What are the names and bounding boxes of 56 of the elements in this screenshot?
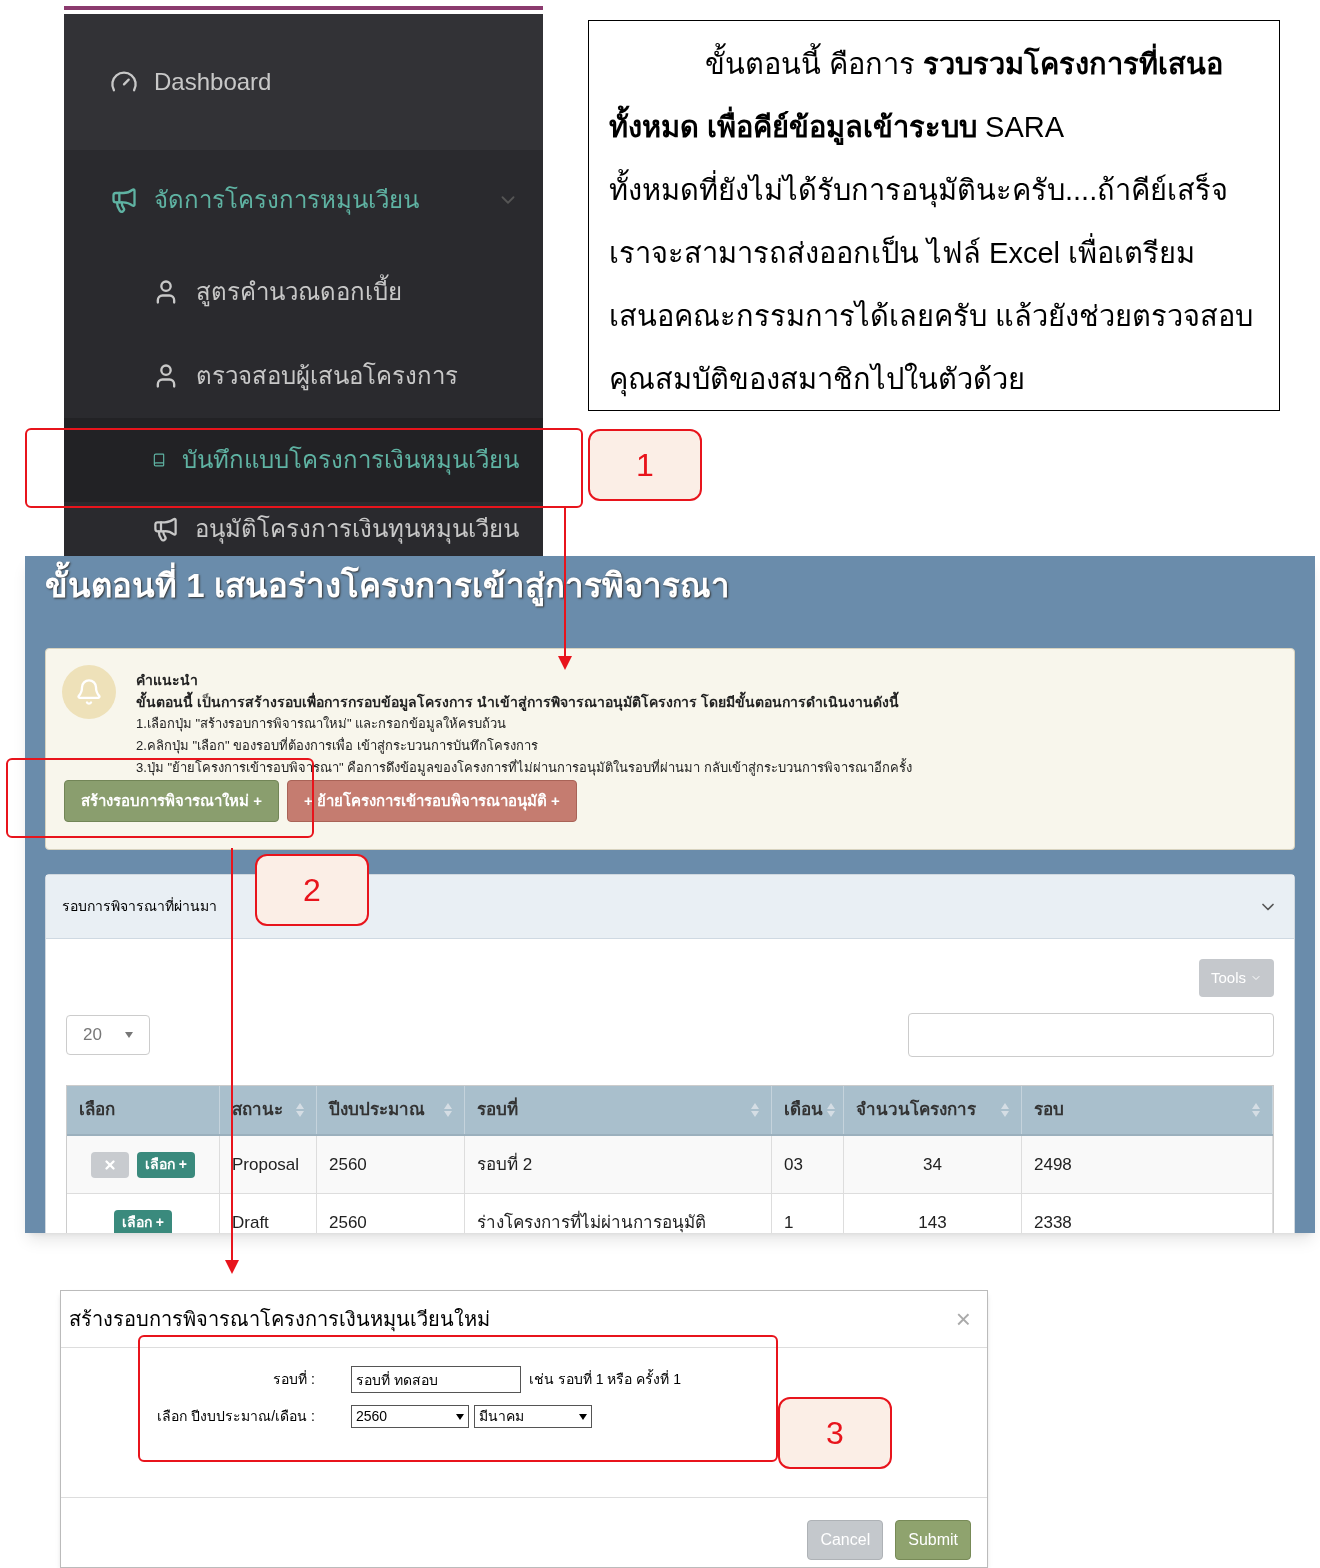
column-header[interactable]: เดือน — [772, 1086, 844, 1134]
sort-icon — [1252, 1103, 1260, 1117]
year-select[interactable]: 2560 — [351, 1405, 469, 1428]
caret-icon — [456, 1413, 464, 1420]
sort-icon — [296, 1103, 304, 1117]
month-select[interactable]: มีนาคม — [474, 1405, 592, 1428]
table-cell: 2338 — [1022, 1194, 1273, 1233]
page-size-select[interactable]: 20 — [66, 1015, 150, 1055]
step-number-callout: 2 — [255, 854, 369, 926]
step-number-callout: 3 — [778, 1397, 892, 1469]
megaphone-icon — [152, 515, 179, 543]
round-name-field[interactable]: รอบที่ ทดสอบ — [351, 1366, 521, 1393]
sidebar-item[interactable]: Dashboard — [64, 14, 543, 150]
sidebar-item[interactable]: บันทึกแบบโครงการเงินหมุนเวียน — [64, 418, 543, 502]
table-cell: 2498 — [1022, 1136, 1273, 1193]
note-text: ทั้งหมดที่ยังไม่ได้รับการอนุมัตินะครับ....ถ้าคีย์เสร็จเราจะสามารถส่งออกเป็น ไฟล์ Excel เพื่อเตรียมเสนอคณะกรรมการได้เลยครับ แล้วยังช่วยตรวจสอบคุณสมบัติของสมาชิกไปในตัวด้วย — [609, 159, 1259, 411]
search-field[interactable] — [908, 1013, 1274, 1057]
hint-step: 1.เลือกปุ่ม "สร้างรอบการพิจารณาใหม่" และกรอกข้อมูลให้ครบถ้วน — [136, 713, 912, 735]
sort-icon — [1001, 1103, 1009, 1117]
field-label: รอบที่ : — [272, 1369, 316, 1389]
caret-icon — [125, 1032, 133, 1038]
sort-icon — [751, 1103, 759, 1117]
table-cell: 34 — [844, 1136, 1022, 1193]
note-text: ขั้นตอนนี้ คือการ รวบรวมโครงการที่เสนอทั้งหมด เพื่อคีย์ข้อมูลเข้าระบบ SARA — [609, 33, 1259, 159]
bell-icon — [62, 665, 116, 719]
select-button[interactable]: เลือก + — [113, 1209, 173, 1233]
column-header[interactable]: สถานะ — [220, 1086, 317, 1134]
table-cell: 2560 — [317, 1194, 465, 1233]
column-header[interactable]: ปีงบประมาณ — [317, 1086, 465, 1134]
table-cell: Draft — [220, 1194, 317, 1233]
hint-step: 2.คลิกปุ่ม "เลือก" ของรอบที่ต้องการเพื่อ เข้าสู่กระบวนการบันทึกโครงการ — [136, 735, 912, 757]
column-header: เลือก — [67, 1086, 220, 1134]
table-cell: 2560 — [317, 1136, 465, 1193]
select-button[interactable]: เลือก + — [136, 1151, 196, 1178]
column-header[interactable]: รอบ — [1022, 1086, 1273, 1134]
table-cell: Proposal — [220, 1136, 317, 1193]
hint-heading: คำแนะนำ — [136, 671, 199, 690]
dialog-title: สร้างรอบการพิจารณาโครงการเงินหมุนเวียนใหม่ — [69, 1307, 491, 1334]
example-text: เช่น รอบที่ 1 หรือ ครั้งที่ 1 — [528, 1369, 682, 1389]
sort-icon — [827, 1103, 835, 1117]
table-cell: 1 — [772, 1194, 844, 1233]
delete-button[interactable] — [90, 1151, 129, 1178]
table-cell: 03 — [772, 1136, 844, 1193]
megaphone-icon — [110, 186, 138, 214]
x-icon — [102, 1157, 117, 1172]
field-label: เลือก ปีงบประมาณ/เดือน : — [156, 1407, 316, 1426]
table-cell: ร่างโครงการที่ไม่ผ่านการอนุมัติ — [465, 1194, 772, 1233]
column-header[interactable]: รอบที่ — [465, 1086, 772, 1134]
panel-title: รอบการพิจารณาที่ผ่านมา — [62, 896, 218, 916]
table-cell: รอบที่ 2 — [465, 1136, 772, 1193]
column-header[interactable]: จำนวนโครงการ — [844, 1086, 1022, 1134]
caret-icon — [579, 1413, 587, 1420]
hint-intro: ขั้นตอนนี้ เป็นการสร้างรอบเพื่อการกรอบข้อมูลโครงการ นำเข้าสู่การพิจารณาอนุมัติโครงการ โดยมีขั้นตอนการดำเนินงานดังนี้ — [136, 691, 912, 713]
step-number-callout: 1 — [588, 429, 702, 501]
sort-icon — [444, 1103, 452, 1117]
table-cell: 143 — [844, 1194, 1022, 1233]
